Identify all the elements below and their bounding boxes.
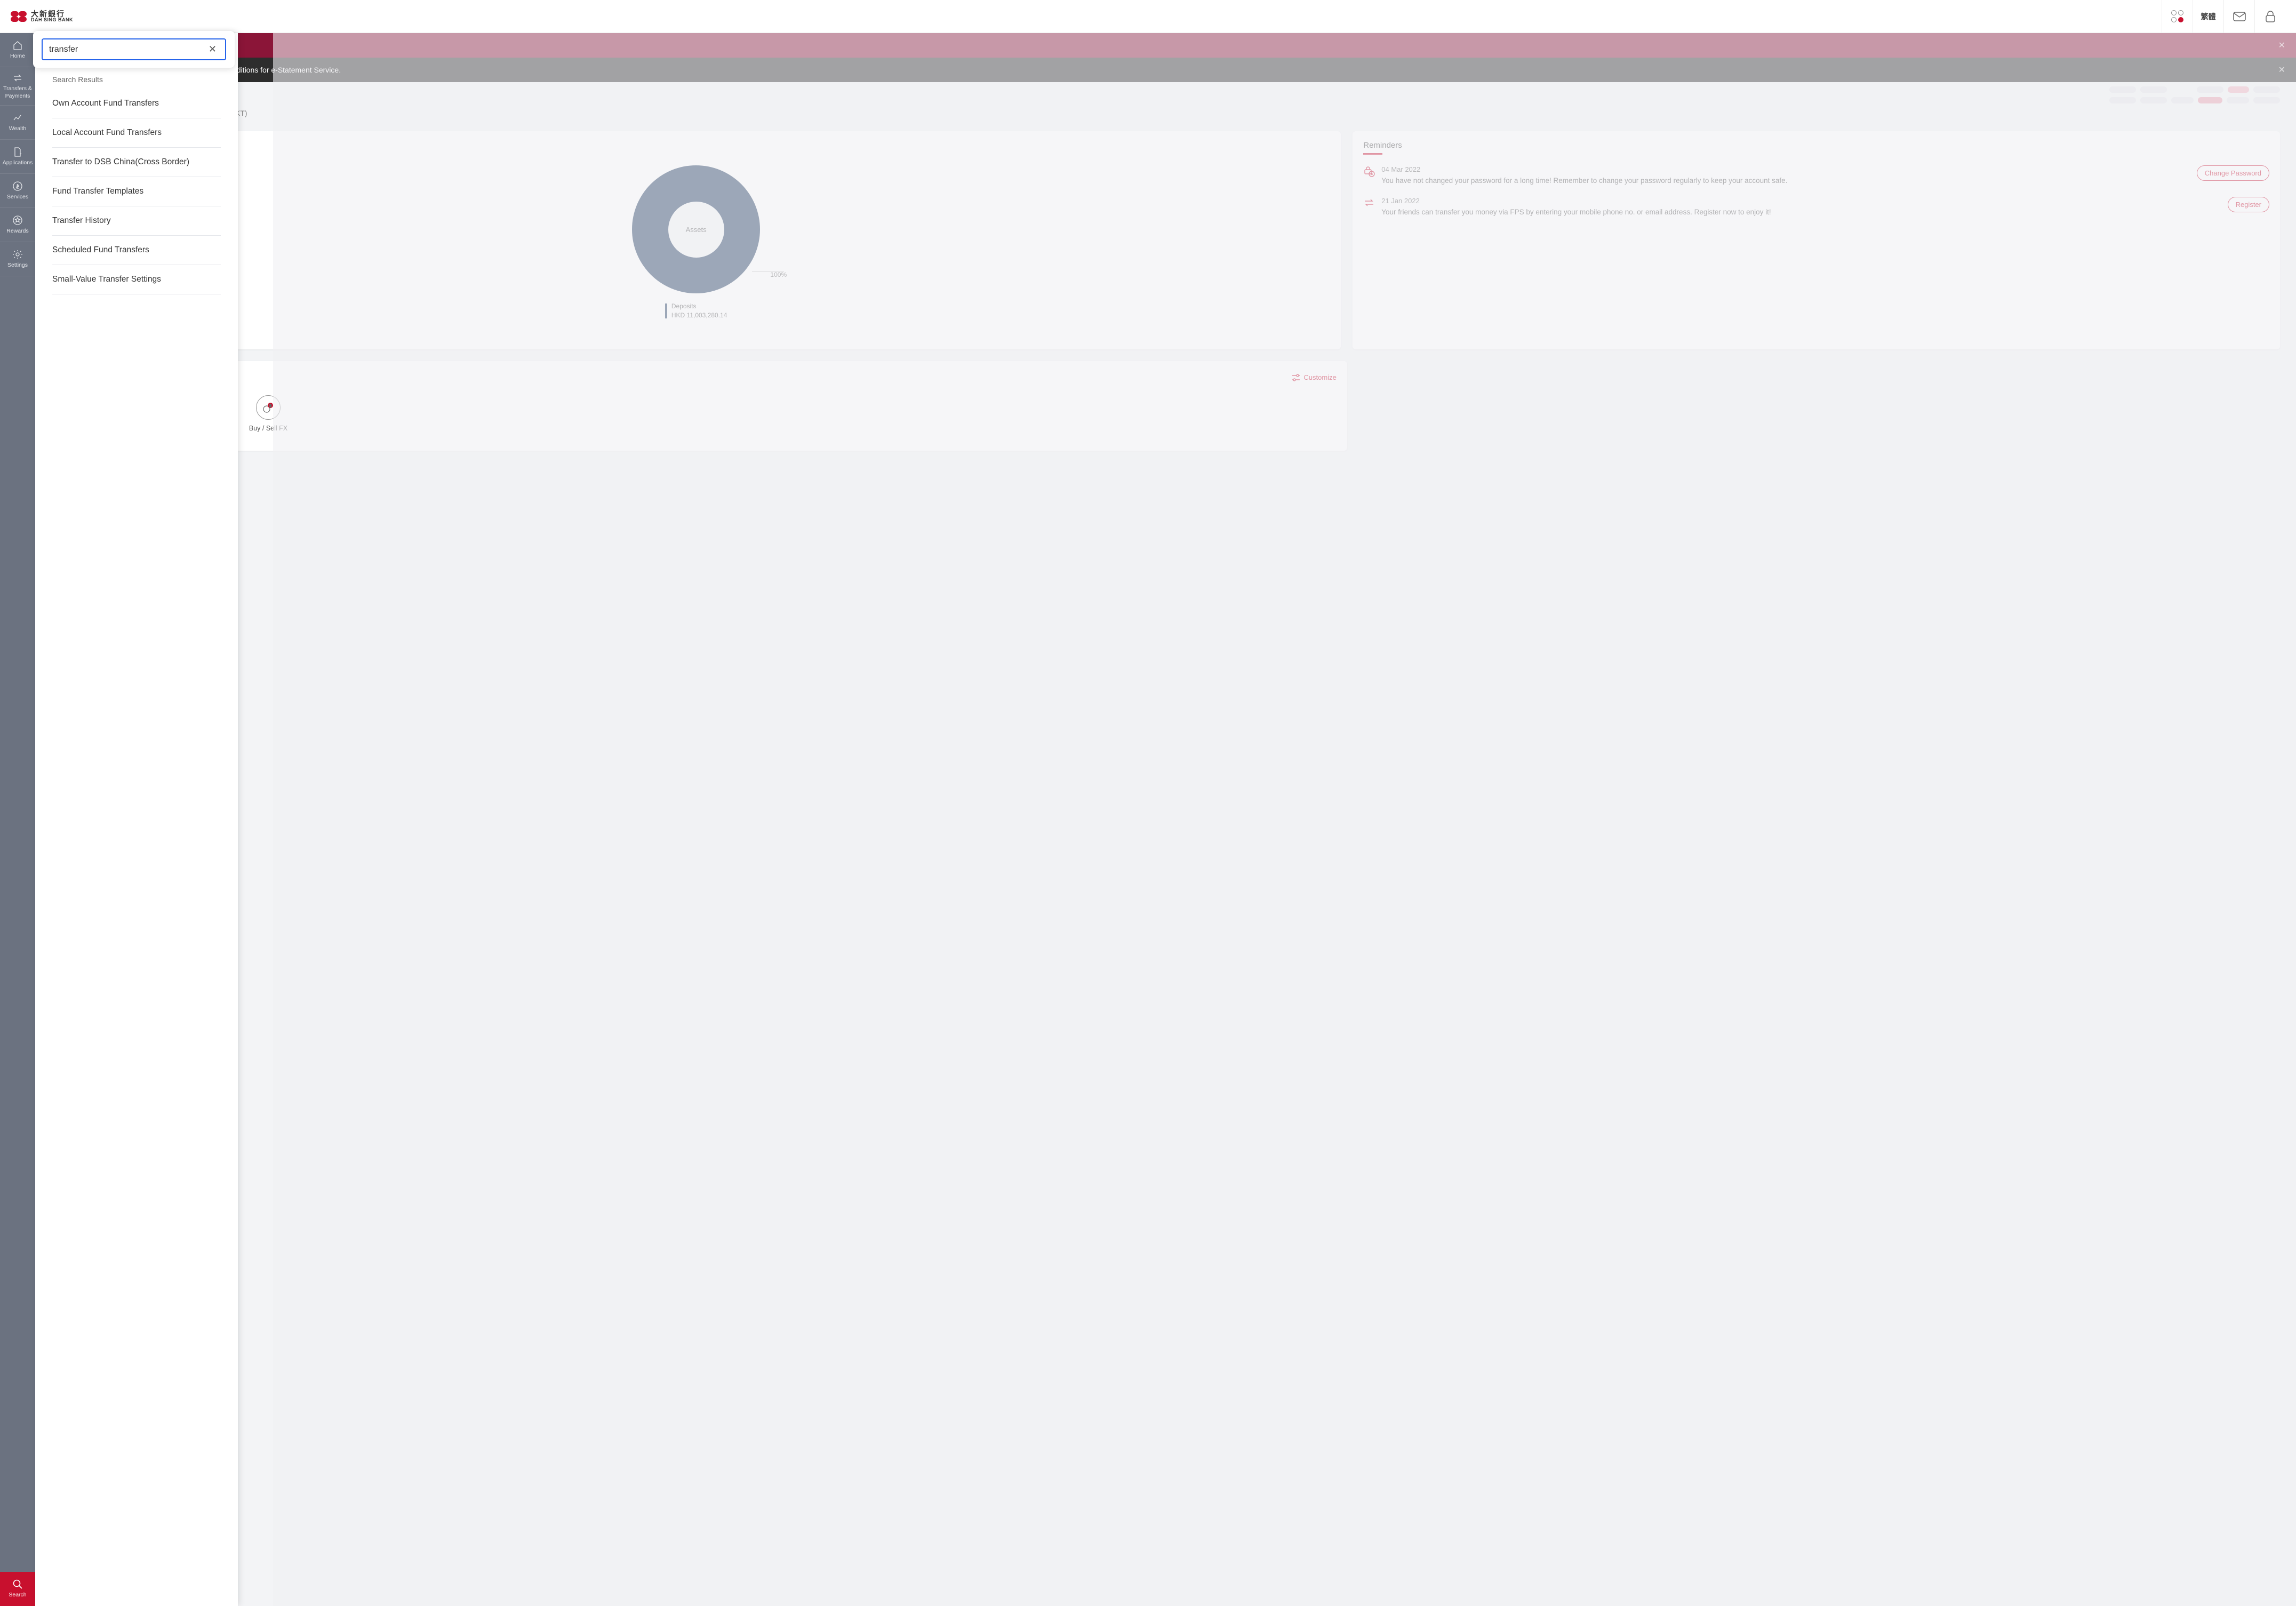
document-icon [12, 147, 23, 157]
sidebar-item-search[interactable]: Search [0, 1572, 35, 1606]
home-icon [12, 40, 23, 51]
banner-notice: Notice: Notice of Amendments to the Term… [35, 58, 2296, 82]
topbar: 大新銀行 DAH SING BANK 繁體 [0, 0, 2296, 33]
as-of-timestamp: As at 28 Mar 2022 17:35 (HKT) [62, 332, 1330, 340]
shortcuts-card: Shortcuts Customize Own Accounts Transfe… [51, 361, 1347, 451]
search-result[interactable]: Own Account Fund Transfers [52, 89, 221, 118]
sidebar-label: Search [9, 1592, 26, 1599]
sidebar-label: Settings [7, 262, 28, 269]
sidebar-item-wealth[interactable]: Wealth [0, 106, 35, 140]
sidebar-item-rewards[interactable]: Rewards [0, 208, 35, 242]
chart-icon [12, 113, 23, 123]
register-button[interactable]: Register [2228, 197, 2269, 212]
legend-title: Deposits [671, 302, 727, 311]
sidebar-label: Rewards [6, 228, 28, 235]
apps-icon [2171, 10, 2183, 22]
clear-search-button[interactable]: ✕ [206, 44, 219, 55]
change-password-button[interactable]: Change Password [2197, 165, 2269, 181]
fx-icon: $ [262, 401, 275, 414]
sidebar-item-settings[interactable]: Settings [0, 242, 35, 276]
legend-color [665, 303, 667, 318]
brand-cn: 大新銀行 [31, 10, 73, 18]
search-result[interactable]: Transfer to DSB China(Cross Border) [52, 148, 221, 177]
sidebar-label: Services [7, 194, 28, 201]
chart-legend: Deposits HKD 11,003,280.14 [665, 302, 727, 320]
dollar-icon [12, 181, 23, 191]
sidebar-label: Applications [3, 159, 33, 167]
inbox-button[interactable] [2223, 0, 2254, 33]
search-results-list: Own Account Fund Transfers Local Account… [35, 89, 238, 294]
brand-logo[interactable]: 大新銀行 DAH SING BANK [11, 10, 73, 22]
greeting: Good Evening DORA IAC! [51, 92, 2280, 106]
customize-label: Customize [1303, 373, 1336, 381]
search-result[interactable]: Scheduled Fund Transfers [52, 236, 221, 265]
sidebar-item-home[interactable]: Home [0, 33, 35, 67]
gear-icon [12, 249, 23, 260]
banner-close[interactable]: ✕ [2278, 65, 2285, 75]
underline [1363, 153, 1382, 155]
logo-mark-icon [11, 11, 27, 22]
sidebar-label: Home [10, 53, 25, 60]
reminder-item: 21 Jan 2022 Your friends can transfer yo… [1363, 197, 2269, 218]
search-result[interactable]: Fund Transfer Templates [52, 177, 221, 206]
last-login: Your last successful login was on 28 Mar… [51, 109, 2280, 117]
assets-donut-chart: Assets 100% [632, 165, 760, 293]
sidebar-label: Transfers & Payments [2, 85, 33, 100]
star-icon [12, 215, 23, 226]
search-icon [12, 1579, 23, 1589]
donut-percent: 100% [770, 271, 787, 278]
banner-important: Important Notice: Beware of virus spread… [35, 33, 2296, 58]
reminder-date: 04 Mar 2022 [1381, 165, 2190, 173]
legend-value: HKD 11,003,280.14 [671, 311, 727, 320]
fps-icon [1363, 197, 1375, 209]
decorative-pills [2109, 86, 2280, 103]
sidebar-label: Wealth [9, 125, 27, 133]
portfolio-card: My Portfolio Assets 100% Deposits [51, 131, 1341, 349]
apps-button[interactable] [2162, 0, 2193, 33]
password-icon [1363, 165, 1375, 177]
svg-text:$: $ [269, 404, 271, 408]
shortcut-label: Buy / Sell FX [249, 424, 287, 433]
envelope-icon [2233, 12, 2246, 21]
reminder-item: 04 Mar 2022 You have not changed your pa… [1363, 165, 2269, 186]
search-results-label: Search Results [35, 68, 238, 89]
search-input[interactable] [49, 45, 206, 54]
donut-center: Assets [668, 202, 724, 258]
search-panel: ✕ Search Results Own Account Fund Transf… [35, 33, 238, 1606]
reminders-card: Reminders 04 Mar 2022 You have not chang… [1353, 131, 2280, 349]
sidebar-item-services[interactable]: Services [0, 174, 35, 208]
banner-close[interactable]: ✕ [2278, 40, 2285, 51]
main-content: Important Notice: Beware of virus spread… [35, 33, 2296, 1606]
sliders-icon [1292, 374, 1300, 381]
search-box: ✕ [42, 38, 226, 60]
reminder-text: Your friends can transfer you money via … [1381, 207, 2221, 218]
card-title: Reminders [1363, 141, 2269, 150]
search-result[interactable]: Transfer History [52, 206, 221, 236]
shortcut-fx[interactable]: $ Buy / Sell FX [244, 395, 292, 442]
sidebar: Home Transfers & Payments Wealth Applica… [0, 33, 35, 1606]
search-result[interactable]: Local Account Fund Transfers [52, 118, 221, 148]
search-result[interactable]: Small-Value Transfer Settings [52, 265, 221, 294]
sidebar-item-transfers[interactable]: Transfers & Payments [0, 67, 35, 106]
top-actions: 繁體 [2162, 0, 2285, 33]
transfer-icon [12, 73, 23, 83]
reminder-text: You have not changed your password for a… [1381, 175, 2190, 186]
lock-icon [2265, 10, 2276, 23]
customize-button[interactable]: Customize [1292, 373, 1336, 381]
card-title: My Portfolio [62, 141, 1330, 150]
lock-button[interactable] [2254, 0, 2285, 33]
reminder-date: 21 Jan 2022 [1381, 197, 2221, 205]
sidebar-item-applications[interactable]: Applications [0, 140, 35, 174]
language-toggle[interactable]: 繁體 [2193, 0, 2223, 33]
brand-en: DAH SING BANK [31, 18, 73, 22]
